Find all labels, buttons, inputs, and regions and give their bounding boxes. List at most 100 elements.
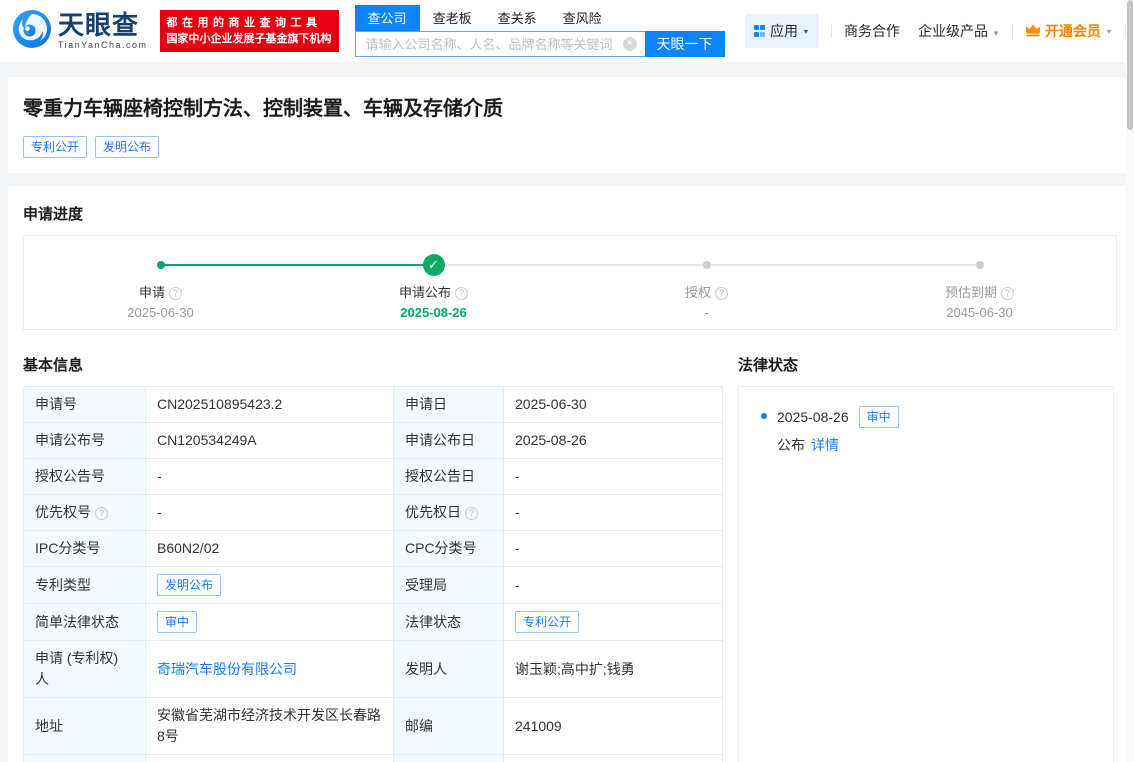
help-icon[interactable]: ? bbox=[95, 507, 108, 520]
help-icon[interactable]: ? bbox=[715, 287, 728, 300]
row-value: 2025-08-26 bbox=[504, 423, 723, 459]
timeline-step-label: 申请公布? bbox=[297, 282, 570, 301]
legal-detail-link[interactable]: 详情 bbox=[811, 437, 839, 453]
entity-link[interactable]: 奇瑞汽车股份有限公司 bbox=[157, 661, 297, 677]
row-label: 代理机构? bbox=[24, 755, 146, 762]
row-label: 申请公布号 bbox=[24, 423, 146, 459]
row-value: 审中 bbox=[146, 604, 394, 641]
chevron-down-icon: ▼ bbox=[802, 27, 810, 34]
timeline-step-date: 2025-06-30 bbox=[24, 305, 297, 320]
patent-detail-card: 申请进度 申请?2025-06-30✓申请公布?2025-08-26授权?-预估… bbox=[8, 186, 1126, 762]
chevron-down-icon: ▼ bbox=[992, 29, 1000, 38]
row-value: 济南圣达知识产权代理有限公司 bbox=[146, 755, 394, 762]
search-button[interactable]: 天眼一下 bbox=[645, 31, 725, 57]
row-value: 专利公开 bbox=[504, 604, 723, 641]
row-value: - bbox=[504, 755, 723, 762]
timeline-node-icon: ✓ bbox=[423, 254, 445, 276]
crown-icon bbox=[1025, 24, 1041, 38]
timeline-step: 授权?- bbox=[570, 236, 843, 329]
status-badge: 审中 bbox=[157, 611, 197, 633]
legal-status-box: 2025-08-26审中公布详情 bbox=[738, 386, 1114, 762]
row-value: CN120534249A bbox=[146, 423, 394, 459]
row-label: 优先权号? bbox=[24, 495, 146, 531]
promo-banner: 都在用的商业查询工具 国家中小企业发展子基金旗下机构 bbox=[160, 10, 339, 52]
bullet-icon bbox=[761, 413, 767, 419]
row-label: 申请日 bbox=[394, 387, 504, 423]
legal-status-line2: 公布详情 bbox=[777, 435, 1093, 455]
row-value: - bbox=[504, 567, 723, 604]
table-row: 简单法律状态审中 法律状态专利公开 bbox=[24, 604, 723, 641]
search-tab-查风险[interactable]: 查风险 bbox=[550, 5, 615, 31]
table-row: 专利类型发明公布受理局- bbox=[24, 567, 723, 604]
patent-tags: 专利公开发明公布 bbox=[23, 136, 1111, 158]
table-row: 代理机构?济南圣达知识产权代理有限公司代理人?- bbox=[24, 755, 723, 762]
patent-title-card: 零重力车辆座椅控制方法、控制装置、车辆及存储介质 专利公开发明公布 bbox=[8, 77, 1126, 173]
row-label: 简单法律状态 bbox=[24, 604, 146, 641]
row-label: CPC分类号 bbox=[394, 531, 504, 567]
row-value: CN202510895423.2 bbox=[146, 387, 394, 423]
row-label: 受理局 bbox=[394, 567, 504, 604]
row-label: 授权公告号 bbox=[24, 459, 146, 495]
table-row: 申请 (专利权) 人奇瑞汽车股份有限公司 发明人谢玉颖;高中扩;钱勇 bbox=[24, 641, 723, 698]
promo-line1: 都在用的商业查询工具 bbox=[167, 15, 332, 31]
basic-info-section: 基本信息 申请号CN202510895423.2申请日2025-06-30申请公… bbox=[23, 354, 722, 762]
row-value: 谢玉颖;高中扩;钱勇 bbox=[504, 641, 723, 698]
grid-icon bbox=[754, 25, 766, 37]
row-label: 地址 bbox=[24, 698, 146, 755]
clear-search-icon[interactable]: × bbox=[623, 37, 637, 51]
row-label: 优先权日? bbox=[394, 495, 504, 531]
logo-title: 天眼查 bbox=[58, 12, 148, 38]
row-label: 申请号 bbox=[24, 387, 146, 423]
timeline-step-label: 授权? bbox=[570, 282, 843, 301]
progress-heading: 申请进度 bbox=[23, 203, 1117, 224]
timeline-node-icon bbox=[157, 261, 165, 269]
legal-status-section: 法律状态 2025-08-26审中公布详情 bbox=[738, 354, 1114, 762]
header-nav: 应用 ▼ 商务合作 企业级产品▼ 开通会员 ▼ bbox=[745, 14, 1134, 48]
row-label: 申请公布日 bbox=[394, 423, 504, 459]
search-tab-查老板[interactable]: 查老板 bbox=[420, 5, 485, 31]
nav-vip-label: 开通会员 bbox=[1045, 21, 1101, 41]
row-value: B60N2/02 bbox=[146, 531, 394, 567]
row-label: 授权公告日 bbox=[394, 459, 504, 495]
nav-apps[interactable]: 应用 ▼ bbox=[745, 14, 819, 48]
table-row: IPC分类号B60N2/02CPC分类号- bbox=[24, 531, 723, 567]
search-box: × 天眼一下 bbox=[355, 31, 725, 57]
help-icon[interactable]: ? bbox=[1001, 287, 1014, 300]
row-label: 申请 (专利权) 人 bbox=[24, 641, 146, 698]
page: 天眼查 TianYanCha.com 都在用的商业查询工具 国家中小企业发展子基… bbox=[0, 0, 1134, 762]
row-value: - bbox=[504, 495, 723, 531]
search-tabs: 查公司查老板查关系查风险 bbox=[355, 5, 725, 31]
divider bbox=[1012, 24, 1013, 38]
progress-box: 申请?2025-06-30✓申请公布?2025-08-26授权?-预估到期?20… bbox=[23, 235, 1117, 330]
nav-biz-cooperation[interactable]: 商务合作 bbox=[844, 21, 900, 41]
status-badge: 发明公布 bbox=[157, 574, 221, 596]
page-scrollbar[interactable] bbox=[1126, 0, 1134, 762]
search-tab-查公司[interactable]: 查公司 bbox=[355, 5, 420, 31]
table-row: 申请号CN202510895423.2申请日2025-06-30 bbox=[24, 387, 723, 423]
table-row: 地址安徽省芜湖市经济技术开发区长春路8号邮编241009 bbox=[24, 698, 723, 755]
help-icon[interactable]: ? bbox=[465, 507, 478, 520]
row-label: 发明人 bbox=[394, 641, 504, 698]
promo-line2: 国家中小企业发展子基金旗下机构 bbox=[167, 31, 332, 47]
row-value: - bbox=[146, 459, 394, 495]
nav-open-vip[interactable]: 开通会员 ▼ bbox=[1025, 21, 1113, 41]
patent-title: 零重力车辆座椅控制方法、控制装置、车辆及存储介质 bbox=[23, 95, 1111, 123]
timeline-step: ✓申请公布?2025-08-26 bbox=[297, 236, 570, 329]
nav-enterprise-products[interactable]: 企业级产品▼ bbox=[918, 21, 1000, 41]
row-label: 法律状态 bbox=[394, 604, 504, 641]
search-tab-查关系[interactable]: 查关系 bbox=[485, 5, 550, 31]
search-input[interactable] bbox=[355, 31, 645, 57]
scrollbar-thumb[interactable] bbox=[1127, 0, 1133, 130]
status-badge: 专利公开 bbox=[515, 611, 579, 633]
basic-info-table-body: 申请号CN202510895423.2申请日2025-06-30申请公布号CN1… bbox=[24, 387, 723, 762]
timeline-step: 预估到期?2045-06-30 bbox=[843, 236, 1116, 329]
help-icon[interactable]: ? bbox=[169, 287, 182, 300]
patent-tag: 发明公布 bbox=[95, 136, 159, 158]
row-value: 奇瑞汽车股份有限公司 bbox=[146, 641, 394, 698]
row-value: 241009 bbox=[504, 698, 723, 755]
timeline-node-icon bbox=[703, 261, 711, 269]
tianyancha-logo[interactable]: 天眼查 TianYanCha.com bbox=[12, 9, 148, 54]
patent-tag: 专利公开 bbox=[23, 136, 87, 158]
table-row: 优先权号?-优先权日?- bbox=[24, 495, 723, 531]
help-icon[interactable]: ? bbox=[455, 287, 468, 300]
